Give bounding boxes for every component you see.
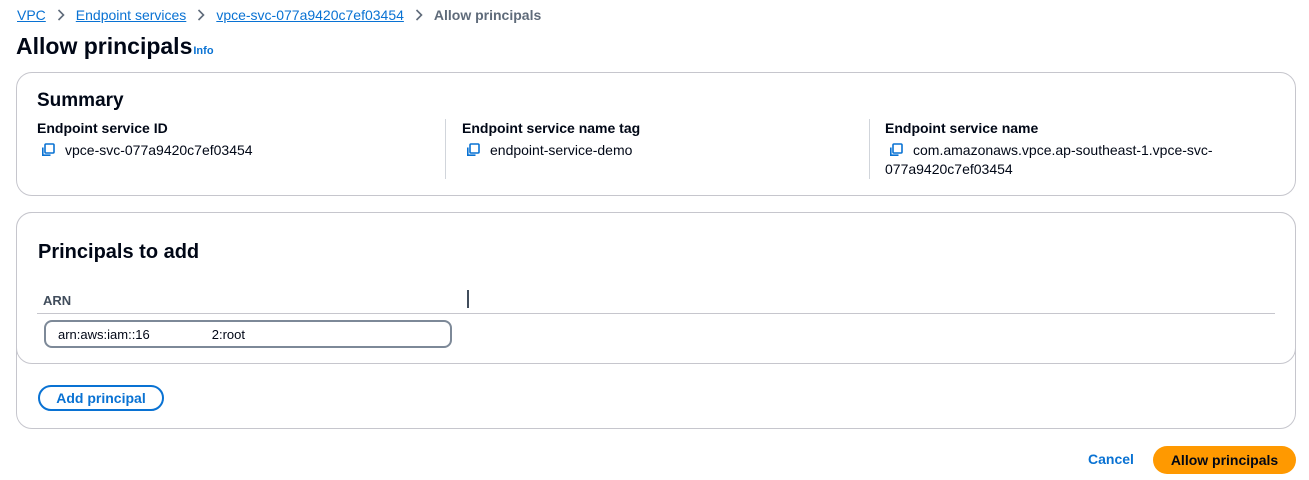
page-title: Allow principalsInfo (16, 33, 214, 60)
breadcrumb-current: Allow principals (433, 7, 542, 23)
summary-container: Summary Endpoint service ID vpce-svc-077… (16, 72, 1296, 196)
endpoint-service-id-label: Endpoint service ID (37, 120, 168, 136)
page-title-text: Allow principals (16, 33, 193, 59)
summary-title: Summary (37, 90, 124, 111)
info-link[interactable]: Info (193, 45, 213, 57)
endpoint-service-id-field: Endpoint service ID vpce-svc-077a9420c7e… (37, 120, 253, 160)
column-divider (869, 119, 870, 179)
principals-table-panel: Principals to add ARN arn:aws:iam::16 2:… (16, 212, 1296, 364)
endpoint-service-name-tag-label: Endpoint service name tag (462, 120, 641, 136)
endpoint-service-name-label: Endpoint service name (885, 120, 1039, 136)
copy-icon[interactable] (889, 143, 903, 157)
breadcrumb-service-id-link[interactable]: vpce-svc-077a9420c7ef03454 (216, 7, 404, 23)
arn-input[interactable]: arn:aws:iam::16 2:root (44, 320, 452, 348)
arn-input-value: arn:aws:iam::16 (58, 326, 150, 342)
copy-icon[interactable] (466, 143, 480, 157)
breadcrumb-endpoint-services-link[interactable]: Endpoint services (76, 7, 187, 23)
breadcrumb: VPC Endpoint services vpce-svc-077a9420c… (17, 6, 541, 24)
chevron-right-icon (415, 9, 423, 21)
arn-column-header: ARN (43, 293, 72, 308)
principals-container: Principals to add ARN arn:aws:iam::16 2:… (16, 212, 1296, 429)
principals-title: Principals to add (38, 241, 200, 263)
endpoint-service-name-line1: com.amazonaws.vpce.ap-southeast-1.vpce-s… (913, 142, 1213, 158)
allow-principals-button[interactable]: Allow principals (1153, 446, 1296, 474)
chevron-right-icon (197, 9, 205, 21)
endpoint-service-name-line2: 077a9420c7ef03454 (885, 161, 1013, 177)
column-resize-handle[interactable] (467, 290, 469, 308)
endpoint-service-name-value: com.amazonaws.vpce.ap-southeast-1.vpce-s… (913, 141, 1213, 160)
copy-icon[interactable] (41, 143, 55, 157)
endpoint-service-name-tag-value: endpoint-service-demo (490, 142, 633, 158)
arn-input-suffix: 2:root (211, 326, 246, 342)
column-divider (445, 119, 446, 179)
endpoint-service-name-tag-field: Endpoint service name tag endpoint-servi… (462, 120, 640, 160)
table-divider (37, 313, 1275, 314)
breadcrumb-vpc-link[interactable]: VPC (17, 7, 46, 23)
endpoint-service-id-value: vpce-svc-077a9420c7ef03454 (65, 142, 253, 158)
chevron-right-icon (57, 9, 65, 21)
cancel-button[interactable]: Cancel (1088, 451, 1134, 467)
add-principal-button[interactable]: Add principal (38, 385, 164, 411)
endpoint-service-name-field: Endpoint service name com.amazonaws.vpce… (885, 120, 1213, 179)
